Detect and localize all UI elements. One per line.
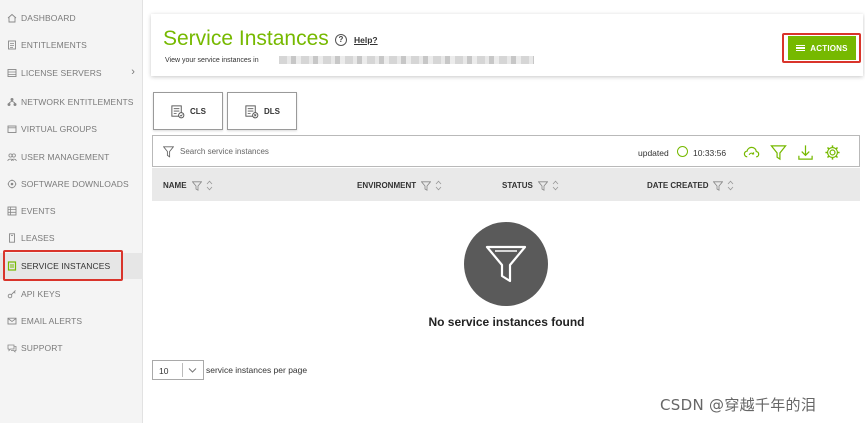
- column-header-status[interactable]: STATUS: [502, 180, 559, 191]
- divider: [182, 363, 183, 377]
- page-size-value: 10: [159, 366, 169, 376]
- tab-cls[interactable]: CLS: [153, 92, 223, 130]
- key-icon: [6, 288, 18, 300]
- sidebar-item-license-servers[interactable]: LICENSE SERVERS ›: [0, 60, 143, 86]
- updated-label: updated: [638, 148, 669, 158]
- empty-state-funnel-icon: [464, 222, 548, 306]
- sidebar-item-label: DASHBOARD: [21, 13, 76, 23]
- sidebar: DASHBOARD ENTITLEMENTS LICENSE SERVERS ›…: [0, 0, 143, 423]
- sidebar-item-entitlements[interactable]: ENTITLEMENTS: [0, 32, 143, 58]
- column-label: NAME: [163, 181, 187, 190]
- search-input[interactable]: [180, 144, 480, 158]
- chevron-down-icon: [188, 366, 197, 376]
- server-icon: [6, 67, 18, 79]
- download-icon[interactable]: [796, 143, 814, 161]
- sidebar-item-leases[interactable]: LEASES: [0, 225, 143, 251]
- column-label: DATE CREATED: [647, 181, 709, 190]
- search-bar: updated 10:33:56: [152, 135, 860, 167]
- sidebar-item-label: API KEYS: [21, 289, 61, 299]
- download-cloud-icon: [6, 178, 18, 190]
- sort-icon[interactable]: [552, 180, 559, 191]
- sort-icon[interactable]: [727, 180, 734, 191]
- chevron-right-icon[interactable]: ›: [131, 66, 135, 78]
- sidebar-item-dashboard[interactable]: DASHBOARD: [0, 5, 143, 31]
- highlight-box: [782, 33, 861, 63]
- network-icon: [6, 96, 18, 108]
- sidebar-item-virtual-groups[interactable]: VIRTUAL GROUPS: [0, 116, 143, 142]
- filter-icon[interactable]: [537, 180, 548, 191]
- sidebar-item-user-management[interactable]: USER MANAGEMENT: [0, 144, 143, 170]
- redacted-text: [279, 56, 534, 64]
- sidebar-item-label: EVENTS: [21, 206, 56, 216]
- column-header-environment[interactable]: ENVIRONMENT: [357, 180, 442, 191]
- gear-icon[interactable]: [823, 143, 841, 161]
- column-label: ENVIRONMENT: [357, 181, 417, 190]
- sidebar-item-software-downloads[interactable]: SOFTWARE DOWNLOADS: [0, 171, 143, 197]
- page-title: Service Instances: [163, 27, 329, 50]
- sidebar-item-label: SOFTWARE DOWNLOADS: [21, 179, 129, 189]
- filter-icon: [162, 145, 175, 163]
- sidebar-item-label: NETWORK ENTITLEMENTS: [21, 97, 134, 107]
- events-icon: [6, 205, 18, 217]
- dls-icon: [244, 104, 259, 119]
- empty-state-message: No service instances found: [428, 315, 585, 329]
- sidebar-item-label: LICENSE SERVERS: [21, 68, 102, 78]
- cls-icon: [170, 104, 185, 119]
- column-header-date-created[interactable]: DATE CREATED: [647, 180, 734, 191]
- sort-icon[interactable]: [206, 180, 213, 191]
- document-icon: [6, 39, 18, 51]
- watermark: CSDN @穿越千年的泪: [660, 396, 817, 414]
- sidebar-item-email-alerts[interactable]: EMAIL ALERTS: [0, 308, 143, 334]
- sidebar-item-label: LEASES: [21, 233, 55, 243]
- filter-icon[interactable]: [191, 180, 202, 191]
- tab-label: CLS: [190, 106, 206, 116]
- sidebar-item-network-entitlements[interactable]: NETWORK ENTITLEMENTS: [0, 89, 143, 115]
- column-header-name[interactable]: NAME: [163, 180, 213, 191]
- help-link[interactable]: Help?: [354, 35, 378, 45]
- tab-dls[interactable]: DLS: [227, 92, 297, 130]
- tab-label: DLS: [264, 106, 280, 116]
- page-size-label: service instances per page: [206, 365, 308, 375]
- chat-icon: [6, 342, 18, 354]
- sidebar-item-events[interactable]: EVENTS: [0, 198, 143, 224]
- refresh-cloud-icon[interactable]: [742, 143, 760, 161]
- mail-icon: [6, 315, 18, 327]
- filter-icon[interactable]: [421, 180, 432, 191]
- lease-icon: [6, 232, 18, 244]
- highlight-box: [3, 250, 123, 281]
- users-icon: [6, 151, 18, 163]
- filter-toggle-icon[interactable]: [769, 143, 787, 161]
- sidebar-item-label: VIRTUAL GROUPS: [21, 124, 98, 134]
- page-size-select[interactable]: 10: [152, 360, 204, 380]
- clock-icon: [677, 146, 688, 157]
- sidebar-item-support[interactable]: SUPPORT: [0, 335, 143, 361]
- main-content: Service Instances ? Help? View your serv…: [144, 0, 865, 423]
- column-label: STATUS: [502, 181, 533, 190]
- page-subtitle: View your service instances in: [165, 57, 259, 64]
- updated-time: 10:33:56: [693, 148, 727, 158]
- window-icon: [6, 123, 18, 135]
- help-icon[interactable]: ?: [335, 34, 347, 46]
- sidebar-item-label: ENTITLEMENTS: [21, 40, 87, 50]
- sidebar-item-label: SUPPORT: [21, 343, 63, 353]
- sort-icon[interactable]: [435, 180, 442, 191]
- sidebar-item-label: USER MANAGEMENT: [21, 152, 110, 162]
- sidebar-item-label: EMAIL ALERTS: [21, 316, 83, 326]
- table-header: NAME ENVIRONMENT STATUS DATE CREATED: [152, 168, 860, 201]
- filter-icon[interactable]: [713, 180, 724, 191]
- sidebar-item-api-keys[interactable]: API KEYS: [0, 281, 143, 307]
- home-icon: [6, 12, 18, 24]
- page-header: Service Instances ? Help? View your serv…: [151, 14, 863, 76]
